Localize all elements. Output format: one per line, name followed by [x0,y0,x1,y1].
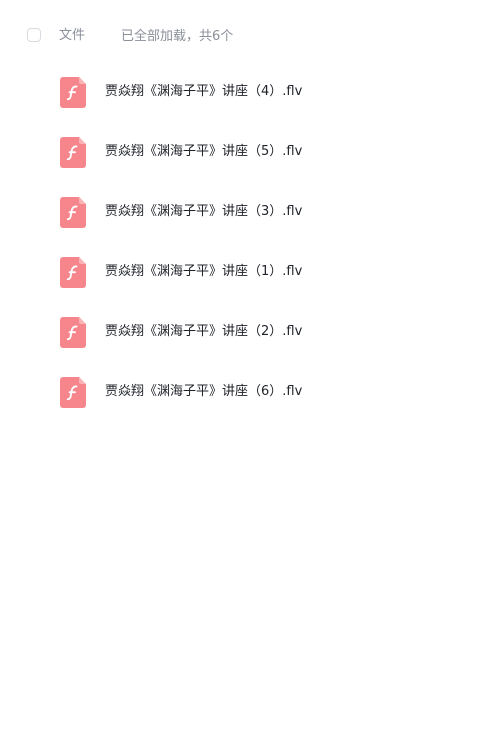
file-list: 贾焱翔《渊海子平》讲座（4）.flv 贾焱翔《渊海子平》讲座（5）.flv 贾焱… [0,62,487,422]
file-row[interactable]: 贾焱翔《渊海子平》讲座（1）.flv [0,242,487,302]
flash-video-file-icon [60,257,86,288]
file-row[interactable]: 贾焱翔《渊海子平》讲座（5）.flv [0,122,487,182]
flash-video-file-icon [60,317,86,348]
flash-video-file-icon [60,377,86,408]
file-name[interactable]: 贾焱翔《渊海子平》讲座（6）.flv [105,383,302,401]
column-header-file: 文件 [59,28,86,43]
load-status-text: 已全部加载，共6个 [121,29,234,44]
flash-video-file-icon [60,137,86,168]
file-row[interactable]: 贾焱翔《渊海子平》讲座（6）.flv [0,362,487,422]
file-name[interactable]: 贾焱翔《渊海子平》讲座（2）.flv [105,323,302,341]
file-name[interactable]: 贾焱翔《渊海子平》讲座（4）.flv [105,83,302,101]
file-name[interactable]: 贾焱翔《渊海子平》讲座（3）.flv [105,203,302,221]
file-name[interactable]: 贾焱翔《渊海子平》讲座（1）.flv [105,263,302,281]
file-name[interactable]: 贾焱翔《渊海子平》讲座（5）.flv [105,143,302,161]
flash-video-file-icon [60,197,86,228]
flash-video-file-icon [60,77,86,108]
select-all-checkbox[interactable] [27,28,41,42]
file-row[interactable]: 贾焱翔《渊海子平》讲座（4）.flv [0,62,487,122]
file-row[interactable]: 贾焱翔《渊海子平》讲座（2）.flv [0,302,487,362]
file-row[interactable]: 贾焱翔《渊海子平》讲座（3）.flv [0,182,487,242]
